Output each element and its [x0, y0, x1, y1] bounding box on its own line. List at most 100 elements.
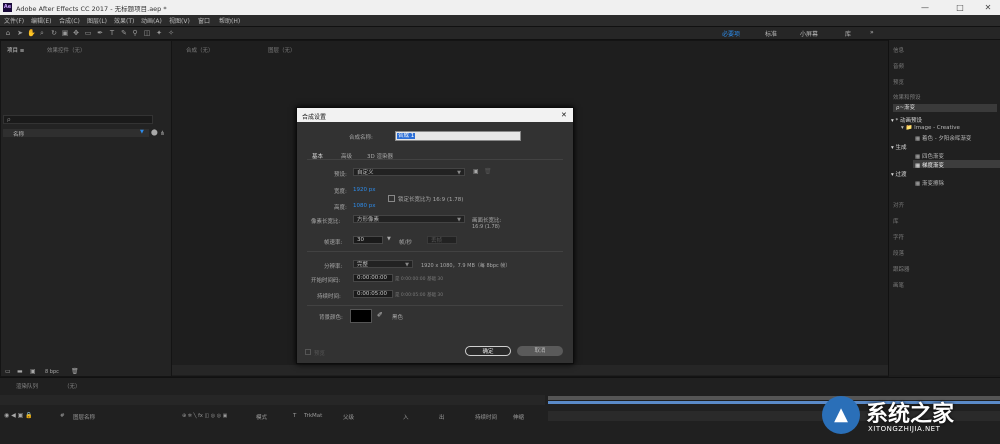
tab-render-queue[interactable]: 渲染队列	[16, 382, 38, 390]
preview-checkbox[interactable]	[305, 349, 311, 355]
sort-arrow-icon[interactable]: ▼	[140, 129, 144, 135]
project-search-input[interactable]: ρ	[3, 115, 153, 124]
menu-edit[interactable]: 编辑(E)	[31, 16, 51, 25]
col-trkmat[interactable]: TrkMat	[304, 413, 322, 419]
col-t[interactable]: T	[293, 413, 296, 419]
selection-tool-icon[interactable]: ➤	[16, 29, 24, 37]
effects-search-input[interactable]: ρ~渐变	[893, 104, 997, 112]
tree-animation-presets[interactable]: ▾ * 动画预设	[891, 116, 922, 124]
panel-effects-presets[interactable]: 效果和预设	[893, 93, 921, 101]
col-layer-name[interactable]: 图层名称	[73, 413, 95, 421]
eraser-tool-icon[interactable]: ◫	[143, 29, 151, 37]
pen-tool-icon[interactable]: ✒	[96, 29, 104, 37]
width-value[interactable]: 1920 px	[353, 187, 376, 193]
interpret-footage-icon[interactable]: ▭	[5, 368, 11, 375]
tab-project[interactable]: 项目 ≡	[7, 46, 24, 54]
col-mode[interactable]: 模式	[256, 413, 267, 421]
tree-generate[interactable]: ▾ 生成	[891, 143, 907, 151]
roto-brush-tool-icon[interactable]: ✦	[155, 29, 163, 37]
panel-character[interactable]: 字符	[893, 233, 904, 241]
workspace-tab-small-screen[interactable]: 小屏幕	[800, 29, 818, 38]
close-window-button[interactable]: ✕	[978, 2, 998, 13]
tree-sunset-gradient[interactable]: ▦ 着色 - 夕阳余晖渐变	[915, 134, 971, 142]
chevron-down-icon: ▼	[457, 217, 461, 223]
maximize-button[interactable]: □	[950, 2, 970, 13]
cancel-button[interactable]: 取消	[517, 346, 563, 356]
new-folder-icon[interactable]: ▬	[17, 368, 23, 375]
minimize-button[interactable]: —	[915, 2, 935, 13]
clone-stamp-tool-icon[interactable]: ⚲	[131, 29, 139, 37]
menu-view[interactable]: 视图(V)	[169, 16, 190, 25]
dialog-close-button[interactable]: ✕	[561, 111, 567, 119]
column-name[interactable]: 名称	[13, 130, 24, 138]
frame-rate-input[interactable]: 30	[353, 236, 383, 244]
panel-preview[interactable]: 预览	[893, 78, 904, 86]
workspace-tab-libraries[interactable]: 库	[845, 29, 851, 38]
hand-tool-icon[interactable]: ✋	[27, 29, 36, 37]
col-parent[interactable]: 父级	[343, 413, 354, 421]
ok-button[interactable]: 确定	[465, 346, 511, 356]
resolution-dropdown[interactable]: 完整 ▼	[353, 260, 413, 268]
menu-window[interactable]: 窗口	[198, 16, 210, 25]
save-preset-icon[interactable]: ▣	[473, 168, 479, 175]
timeline-search-bar[interactable]	[0, 395, 545, 405]
panel-paragraph[interactable]: 段落	[893, 249, 904, 257]
tree-gradient-ramp[interactable]: ▦ 梯度渐变	[915, 161, 944, 169]
drop-frame-dropdown[interactable]: 丢帧	[427, 236, 457, 244]
trash-icon[interactable]: 🗑	[71, 368, 79, 375]
rotate-tool-icon[interactable]: ↻	[50, 29, 58, 37]
panel-brushes[interactable]: 画笔	[893, 281, 904, 289]
pan-behind-tool-icon[interactable]: ✥	[72, 29, 80, 37]
bg-color-swatch[interactable]	[350, 309, 372, 323]
frame-rate-chevron-icon[interactable]: ▼	[387, 236, 391, 242]
col-stretch[interactable]: 伸缩	[513, 413, 524, 421]
panel-tracker[interactable]: 跟踪器	[893, 265, 910, 273]
bpc-label[interactable]: 8 bpc	[45, 369, 59, 375]
tab-layer[interactable]: 图层（无）	[268, 46, 296, 54]
tree-four-color-gradient[interactable]: ▦ 四色渐变	[915, 152, 944, 160]
col-in[interactable]: 入	[403, 413, 409, 421]
menu-help[interactable]: 帮助(H)	[219, 16, 240, 25]
tab-effect-controls[interactable]: 效果控件（无）	[47, 46, 86, 54]
zoom-tool-icon[interactable]: ⌕	[38, 29, 46, 37]
workspace-tab-standard[interactable]: 标准	[765, 29, 777, 38]
workspace-more-icon[interactable]: »	[870, 29, 874, 36]
lock-aspect-checkbox[interactable]	[388, 195, 395, 202]
col-duration[interactable]: 持续时间	[475, 413, 497, 421]
height-value[interactable]: 1080 px	[353, 203, 376, 209]
label-tag-icon[interactable]: ⬤	[151, 129, 158, 136]
rectangle-tool-icon[interactable]: ▭	[84, 29, 92, 37]
tree-image-creative[interactable]: ▾ 📁 Image - Creative	[901, 125, 960, 131]
panel-info[interactable]: 信息	[893, 46, 904, 54]
home-icon[interactable]: ⌂	[4, 29, 12, 37]
tab-composition[interactable]: 合成（无）	[186, 46, 214, 54]
panel-libraries[interactable]: 库	[893, 217, 899, 225]
panel-audio[interactable]: 音频	[893, 62, 904, 70]
tree-transition[interactable]: ▾ 过渡	[891, 170, 907, 178]
workspace-tab-essentials[interactable]: 必要项	[722, 29, 740, 38]
menu-layer[interactable]: 图层(L)	[87, 16, 107, 25]
menu-file[interactable]: 文件(F)	[4, 16, 24, 25]
duration-input[interactable]: 0:00:05:00	[353, 290, 393, 298]
tab-timeline-comp[interactable]: （无）	[64, 382, 81, 390]
eyedropper-icon[interactable]: ✐	[377, 311, 383, 319]
menu-animation[interactable]: 动画(A)	[141, 16, 162, 25]
new-composition-icon[interactable]: ▣	[30, 368, 36, 375]
preset-dropdown[interactable]: 自定义 ▼	[353, 168, 465, 176]
switches-icons[interactable]: ⊕ ✲ ╲ fx ◫ ◎ ◎ ▣	[182, 413, 227, 419]
start-timecode-input[interactable]: 0:00:00:00	[353, 274, 393, 282]
tree-gradient-wipe[interactable]: ▦ 渐变擦除	[915, 179, 944, 187]
type-tool-icon[interactable]: T	[108, 29, 116, 37]
comp-name-input[interactable]: 合成 1	[395, 131, 521, 141]
menu-effect[interactable]: 效果(T)	[114, 16, 134, 25]
camera-tool-icon[interactable]: ▣	[61, 29, 69, 37]
puppet-tool-icon[interactable]: ✧	[167, 29, 175, 37]
layer-switches-icons[interactable]: ◉ ◀ ▣ 🔒	[4, 412, 33, 419]
delete-preset-icon[interactable]: 🗑	[484, 168, 492, 175]
pixel-aspect-dropdown[interactable]: 方形像素 ▼	[353, 215, 465, 223]
col-out[interactable]: 出	[439, 413, 445, 421]
panel-align[interactable]: 对齐	[893, 201, 904, 209]
flowchart-icon[interactable]: ⋔	[160, 130, 165, 137]
brush-tool-icon[interactable]: ✎	[120, 29, 128, 37]
menu-composition[interactable]: 合成(C)	[59, 16, 80, 25]
